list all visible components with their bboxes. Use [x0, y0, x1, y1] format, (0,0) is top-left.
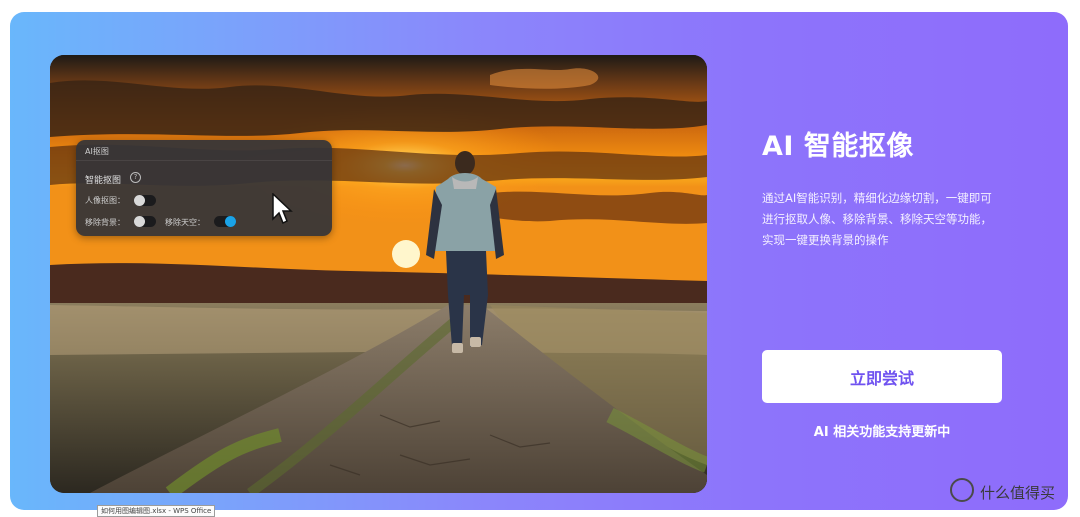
portrait-cutout-toggle[interactable] [134, 195, 156, 206]
taskbar-tooltip: 如何用图编辑图.xlsx - WPS Office [97, 505, 216, 517]
feature-card: AI抠图 智能抠图 ? 人像抠图： 移除背景： 移除天空： AI 智能抠像 通过… [10, 12, 1068, 510]
toggle-knob [134, 195, 145, 206]
portrait-cutout-label: 人像抠图： [85, 196, 125, 205]
remove-background-label: 移除背景： [85, 218, 125, 227]
demo-photo [50, 55, 707, 493]
mouse-pointer-icon [272, 193, 293, 225]
question-circle-icon[interactable]: ? [130, 172, 141, 183]
remove-background-toggle[interactable] [134, 216, 156, 227]
remove-sky-label: 移除天空： [165, 218, 205, 227]
toggle-knob [134, 216, 145, 227]
feature-title: AI 智能抠像 [762, 131, 914, 162]
smart-cutout-label: 智能抠图 [85, 176, 122, 186]
feature-description: 通过AI智能识别，精细化边缘切割，一键即可进行抠取人像、移除背景、移除天空等功能… [762, 191, 992, 247]
watermark-text: 什么值得买 [980, 484, 1056, 502]
panel-divider [76, 160, 332, 161]
remove-sky-toggle[interactable] [214, 216, 236, 227]
update-note: AI 相关功能支持更新中 [813, 425, 951, 440]
smzdm-logo-icon [950, 478, 974, 502]
panel-title: AI抠图 [85, 147, 109, 156]
ai-cutout-panel: AI抠图 智能抠图 ? 人像抠图： 移除背景： 移除天空： [76, 140, 332, 236]
try-now-button[interactable]: 立即尝试 [762, 350, 1002, 403]
toggle-knob [225, 216, 236, 227]
